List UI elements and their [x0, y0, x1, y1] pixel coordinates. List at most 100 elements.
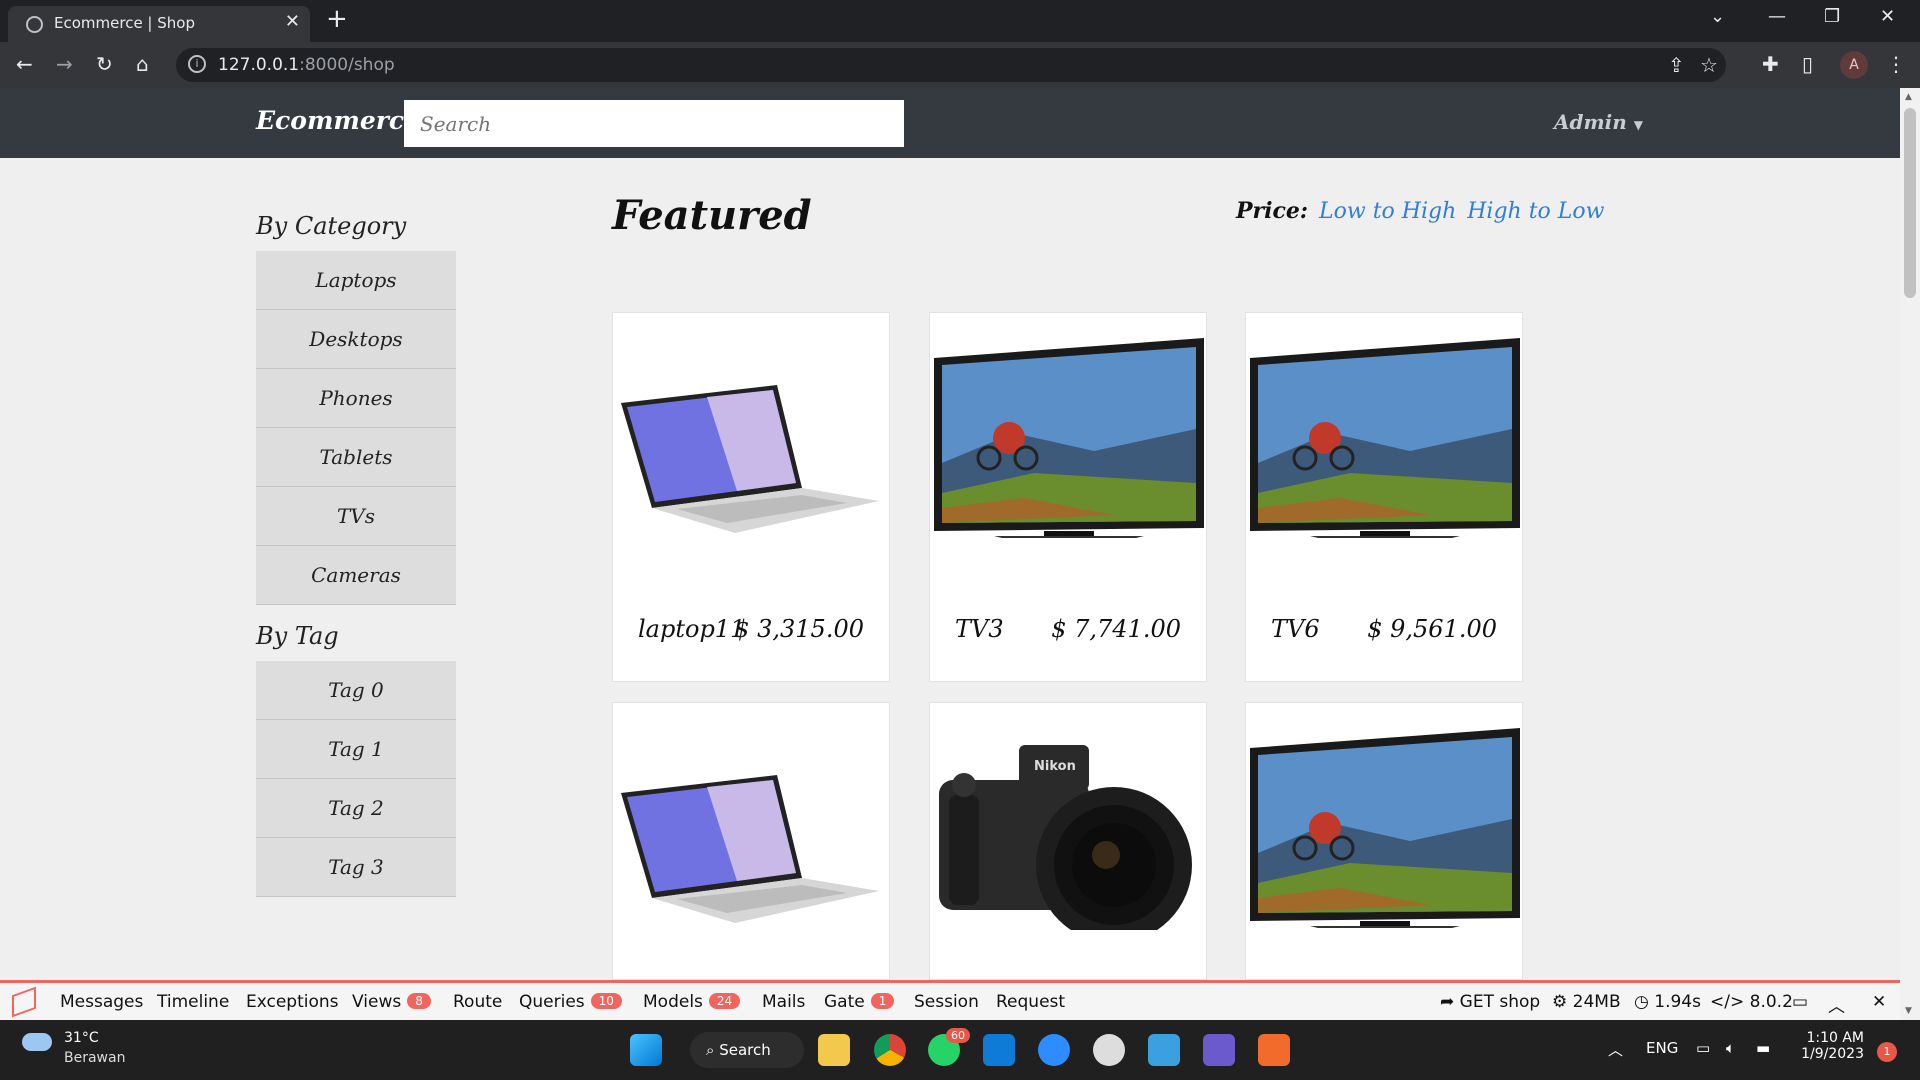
product-image[interactable] — [934, 725, 1204, 930]
search-icon: ⌕ — [706, 1041, 715, 1059]
debug-tab-queries[interactable]: Queries 10 — [519, 992, 622, 1012]
debug-tab-exceptions[interactable]: Exceptions — [246, 992, 339, 1012]
home-icon[interactable]: ⌂ — [136, 52, 149, 76]
bookmark-star-icon[interactable]: ☆ — [1700, 53, 1718, 77]
forward-icon[interactable]: → — [56, 52, 73, 76]
sort-high-to-low[interactable]: High to Low — [1467, 199, 1604, 224]
browser-tab[interactable]: Ecommerce | Shop ✕ — [8, 6, 310, 42]
debug-tab-timeline[interactable]: Timeline — [157, 992, 229, 1012]
folder-icon[interactable]: ▭ — [1792, 992, 1808, 1012]
product-card[interactable] — [929, 702, 1207, 980]
product-name[interactable]: TV3 — [955, 615, 1004, 643]
tag-0[interactable]: Tag 0 — [256, 661, 456, 720]
brand-logo[interactable]: Ecommerce — [256, 106, 420, 135]
sort-label: Price: — [1236, 198, 1309, 224]
product-image[interactable] — [617, 723, 887, 928]
debug-tab-session[interactable]: Session — [914, 992, 979, 1012]
laravel-logo-icon[interactable] — [12, 986, 36, 1018]
battery-icon[interactable]: ▬ — [1756, 1039, 1770, 1057]
xampp-icon[interactable] — [1258, 1034, 1290, 1066]
chevron-down-icon[interactable]: ⌄ — [1710, 6, 1725, 27]
chevron-up-icon[interactable]: ︿ — [1828, 992, 1845, 1017]
clock-time: 1:10 AM — [1806, 1030, 1864, 1046]
more-menu-icon[interactable]: ⋮ — [1886, 52, 1906, 76]
tray-chevron-icon[interactable]: ︿ — [1608, 1039, 1623, 1060]
route-info[interactable]: ➦ GET shop — [1440, 992, 1540, 1012]
product-image[interactable] — [617, 333, 887, 538]
scroll-up-icon[interactable]: ▲ — [1905, 92, 1912, 102]
volume-icon[interactable]: 🔈︎ — [1726, 1039, 1735, 1057]
tag-3[interactable]: Tag 3 — [256, 838, 456, 897]
share-icon[interactable]: ⇪ — [1668, 53, 1685, 77]
notepad-icon[interactable] — [1148, 1034, 1180, 1066]
cloud-icon[interactable] — [22, 1033, 52, 1051]
address-bar[interactable]: i 127.0.0.1:8000/shop ⇪ ☆ — [176, 48, 1726, 82]
sort-low-to-high[interactable]: Low to High — [1319, 199, 1456, 224]
site-info-icon[interactable]: i — [188, 55, 206, 73]
network-icon[interactable]: ▭ — [1696, 1039, 1710, 1057]
product-card[interactable] — [612, 702, 890, 980]
product-card[interactable]: laptop11 $ 3,315.00 — [612, 312, 890, 682]
product-name[interactable]: TV6 — [1271, 615, 1320, 643]
debug-tab-request[interactable]: Request — [996, 992, 1065, 1012]
zoom-icon[interactable] — [1038, 1034, 1070, 1066]
back-icon[interactable]: ← — [16, 52, 33, 76]
search-input[interactable] — [404, 100, 904, 147]
debug-tab-route[interactable]: Route — [453, 992, 502, 1012]
close-tab-icon[interactable]: ✕ — [285, 11, 300, 32]
debug-tab-models[interactable]: Models 24 — [643, 992, 741, 1012]
new-tab-icon[interactable]: + — [326, 4, 348, 34]
product-card[interactable]: TV3 $ 7,741.00 — [929, 312, 1207, 682]
vscode-icon[interactable] — [983, 1034, 1015, 1066]
restore-icon[interactable]: ❐ — [1824, 6, 1840, 27]
product-image[interactable] — [1250, 723, 1520, 928]
product-card[interactable]: TV6 $ 9,561.00 — [1245, 312, 1523, 682]
product-price: $ 9,561.00 — [1367, 615, 1497, 643]
memory-info[interactable]: ⚙ 24MB — [1552, 992, 1621, 1012]
page-scrollbar[interactable]: ▲ ▼ — [1900, 88, 1920, 1020]
file-explorer-icon[interactable] — [818, 1034, 850, 1066]
time-info[interactable]: ◷ 1.94s — [1634, 992, 1701, 1012]
profile-avatar[interactable]: A — [1840, 51, 1868, 79]
category-phones[interactable]: Phones — [256, 369, 456, 428]
debug-tab-views[interactable]: Views 8 — [352, 992, 431, 1012]
tag-2[interactable]: Tag 2 — [256, 779, 456, 838]
page-title: Featured — [612, 192, 812, 239]
product-image[interactable] — [1250, 333, 1520, 538]
category-desktops[interactable]: Desktops — [256, 310, 456, 369]
admin-menu[interactable]: Admin ▼ — [1554, 110, 1643, 134]
minimize-icon[interactable]: — — [1768, 6, 1786, 27]
reload-icon[interactable]: ↻ — [96, 52, 113, 76]
product-card[interactable] — [1245, 702, 1523, 980]
weather-desc[interactable]: Berawan — [64, 1050, 125, 1066]
url-text[interactable]: 127.0.0.1:8000/shop — [218, 55, 395, 75]
chrome-icon[interactable] — [874, 1034, 906, 1066]
app-cube-icon[interactable] — [1203, 1034, 1235, 1066]
system-clock[interactable]: 1:10 AM 1/9/2023 — [1800, 1030, 1864, 1062]
extensions-icon[interactable]: ✚ — [1762, 52, 1779, 76]
product-image[interactable] — [934, 333, 1204, 538]
category-laptops[interactable]: Laptops — [256, 251, 456, 310]
debug-tab-mails[interactable]: Mails — [762, 992, 805, 1012]
close-icon[interactable]: ✕ — [1872, 992, 1886, 1012]
notification-badge[interactable]: 1 — [1877, 1042, 1897, 1062]
language-indicator[interactable]: ENG — [1646, 1039, 1678, 1057]
product-name[interactable]: laptop11 — [638, 615, 745, 643]
product-price: $ 3,315.00 — [734, 615, 864, 643]
category-cameras[interactable]: Cameras — [256, 546, 456, 605]
close-window-icon[interactable]: ✕ — [1880, 6, 1895, 27]
side-panel-icon[interactable]: ▯ — [1802, 52, 1813, 76]
clock-app-icon[interactable] — [1093, 1034, 1125, 1066]
windows-start-icon[interactable] — [630, 1034, 662, 1066]
taskbar-search[interactable]: ⌕ Search — [690, 1032, 804, 1068]
debug-tab-messages[interactable]: Messages — [60, 992, 143, 1012]
debug-tab-gate[interactable]: Gate 1 — [824, 992, 895, 1012]
price-sort: Price: Low to High High to Low — [1236, 198, 1604, 224]
scroll-thumb[interactable] — [1904, 108, 1916, 298]
weather-temp[interactable]: 31°C — [64, 1030, 99, 1046]
category-tvs[interactable]: TVs — [256, 487, 456, 546]
scroll-down-icon[interactable]: ▼ — [1905, 1006, 1912, 1016]
tag-1[interactable]: Tag 1 — [256, 720, 456, 779]
site-navbar: Ecommerce Admin ▼ — [0, 88, 1900, 158]
category-tablets[interactable]: Tablets — [256, 428, 456, 487]
